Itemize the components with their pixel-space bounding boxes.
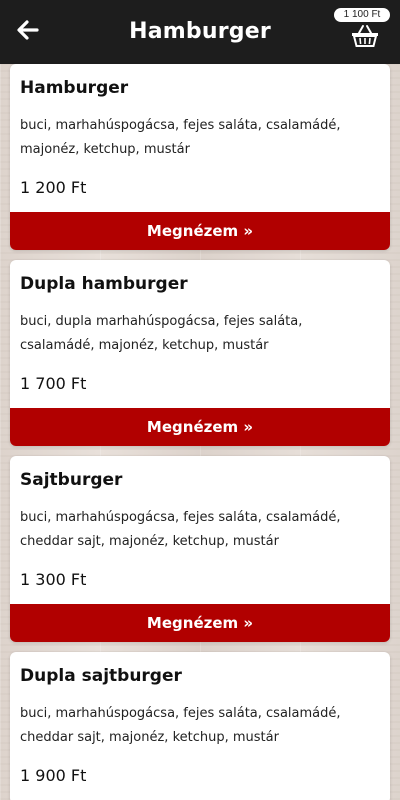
product-card: Dupla hamburger buci, dupla marhahúspogá… — [10, 260, 390, 446]
cart-total: 1 100 Ft — [334, 8, 390, 22]
product-price: 1 300 Ft — [20, 570, 87, 589]
product-card: Hamburger buci, marhahúspogácsa, fejes s… — [10, 64, 390, 250]
product-description: buci, marhahúspogácsa, fejes saláta, csa… — [20, 706, 341, 745]
cart-button[interactable]: 1 100 Ft — [334, 8, 392, 52]
product-price: 1 200 Ft — [20, 178, 87, 197]
product-title: Hamburger — [20, 78, 129, 98]
product-title: Dupla sajtburger — [20, 666, 182, 686]
product-description: buci, marhahúspogácsa, fejes saláta, csa… — [20, 510, 341, 549]
view-product-button[interactable]: Megnézem » — [10, 408, 390, 446]
product-price: 1 900 Ft — [20, 766, 87, 785]
top-bar: Hamburger 1 100 Ft — [0, 0, 400, 64]
view-product-button[interactable]: Megnézem » — [10, 604, 390, 642]
product-card: Dupla sajtburger buci, marhahúspogácsa, … — [10, 652, 390, 800]
view-product-button[interactable]: Megnézem » — [10, 212, 390, 250]
product-description: buci, marhahúspogácsa, fejes saláta, csa… — [20, 118, 341, 157]
product-card: Sajtburger buci, marhahúspogácsa, fejes … — [10, 456, 390, 642]
basket-icon — [350, 24, 380, 52]
product-description: buci, dupla marhahúspogácsa, fejes salát… — [20, 314, 303, 353]
product-title: Dupla hamburger — [20, 274, 188, 294]
product-price: 1 700 Ft — [20, 374, 87, 393]
product-title: Sajtburger — [20, 470, 123, 490]
